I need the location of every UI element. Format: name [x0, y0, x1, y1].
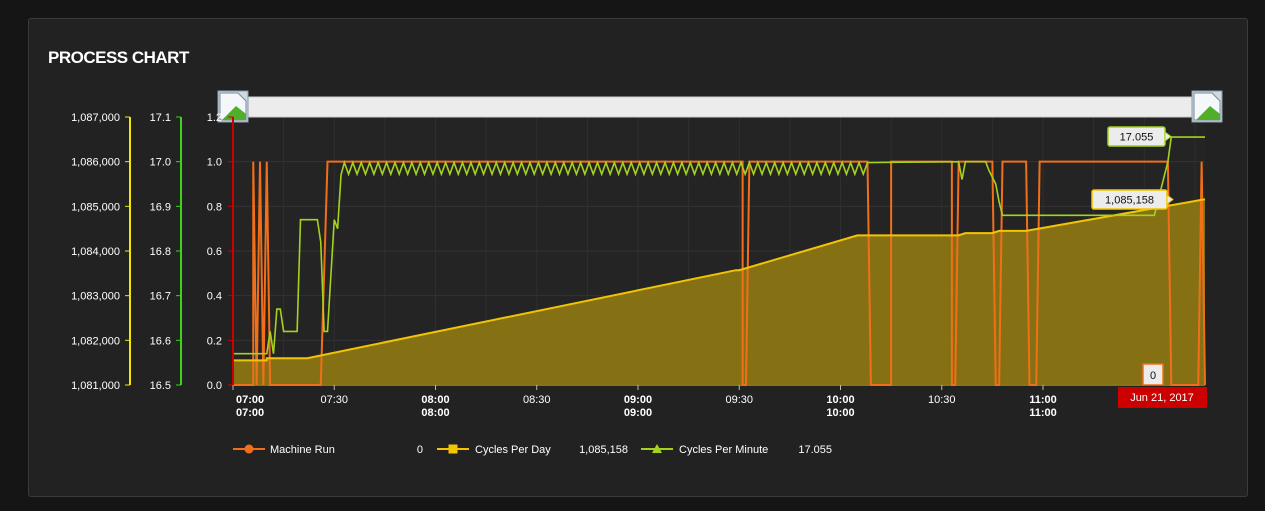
cycles-per-day-axis-label: 1,085,000 [71, 201, 120, 213]
legend-cycles-per-minute-value: 17.055 [798, 444, 832, 456]
cycles-per-day-axis-label: 1,083,000 [71, 291, 120, 303]
cycles-per-minute-axis-label: 16.9 [150, 201, 171, 213]
tooltip-machine-run-label: 0 [1150, 370, 1156, 382]
range-navigator-track[interactable] [235, 96, 1209, 118]
cycles-per-minute-axis-label: 17.1 [150, 112, 171, 124]
legend-cycles-per-minute-label: Cycles Per Minute [679, 444, 768, 456]
legend-cycles-per-day-marker [448, 444, 458, 454]
x-axis-label: 07:00 [236, 394, 264, 406]
machine-run-axis-label: 0.8 [207, 201, 222, 213]
cycles-per-day-axis-label: 1,084,000 [71, 246, 120, 258]
cycles-per-minute-axis-label: 17.0 [150, 157, 171, 169]
x-axis-label: 09:30 [725, 394, 753, 406]
cycles-per-day-axis-label: 1,086,000 [71, 157, 120, 169]
machine-run-axis-label: 1.2 [207, 112, 222, 124]
cycles-per-minute-axis-label: 16.7 [150, 291, 171, 303]
x-axis-label: 09:00 [624, 394, 652, 406]
machine-run-axis-label: 0.6 [207, 246, 222, 258]
x-axis-label: 08:30 [523, 394, 551, 406]
cycles-per-minute-axis-label: 16.6 [150, 335, 171, 347]
machine-run-axis-label: 1.0 [207, 157, 222, 169]
x-axis-label: 08:00 [421, 394, 449, 406]
date-flag-label: Jun 21, 2017 [1130, 392, 1194, 404]
cycles-per-day-axis-label: 1,081,000 [71, 380, 120, 392]
machine-run-axis-label: 0.2 [207, 335, 222, 347]
process-chart: 1,081,000 1,082,000 1,083,000 1,084,000 1,08… [71, 90, 1223, 456]
x-axis-sublabel: 09:00 [624, 407, 652, 419]
cycles-per-minute-axis-label: 16.5 [150, 380, 171, 392]
tooltip-cycles-per-day-label: 1,085,158 [1105, 195, 1154, 207]
x-axis-label: 10:30 [928, 394, 956, 406]
legend-machine-run-marker [244, 444, 254, 454]
legend-machine-run-value: 0 [417, 444, 423, 456]
x-axis-label: 10:00 [826, 394, 854, 406]
machine-run-axis-label: 0.0 [207, 380, 222, 392]
cycles-per-day-axis-label: 1,087,000 [71, 112, 120, 124]
cycles-per-minute-axis-label: 16.8 [150, 246, 171, 258]
legend-cycles-per-day-label: Cycles Per Day [475, 444, 551, 456]
x-axis-sublabel: 08:00 [421, 407, 449, 419]
legend-cycles-per-day-value: 1,085,158 [579, 444, 628, 456]
x-axis-sublabel: 11:00 [1029, 407, 1057, 419]
x-axis-sublabel: 10:00 [826, 407, 854, 419]
x-axis-sublabel: 07:00 [236, 407, 264, 419]
machine-run-axis-label: 0.4 [207, 291, 222, 303]
x-axis-label: 11:00 [1029, 394, 1057, 406]
tooltip-cycles-per-minute-label: 17.055 [1120, 132, 1154, 144]
cycles-per-day-axis-label: 1,082,000 [71, 335, 120, 347]
x-axis-label: 07:30 [320, 394, 348, 406]
legend-machine-run-label: Machine Run [270, 444, 335, 456]
